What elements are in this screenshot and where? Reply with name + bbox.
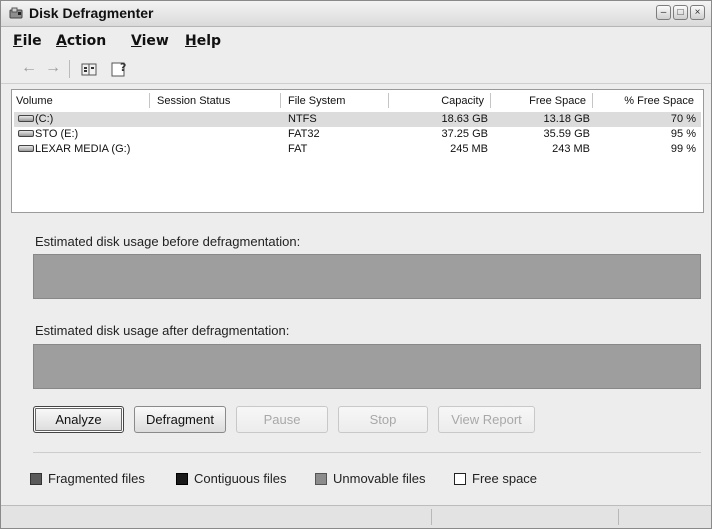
maximize-icon: □ [677,7,684,18]
volume-name: (C:) [35,113,54,125]
help-icon[interactable]: ? [109,59,129,79]
status-bar [1,505,711,528]
free-space-cell: 35.59 GB [543,128,590,140]
legend-fragmented: Fragmented files [30,471,145,486]
status-separator [431,509,432,525]
status-separator [618,509,619,525]
legend-label: Contiguous files [194,471,287,486]
column-separator[interactable] [280,93,281,108]
before-defrag-usage-display [33,254,701,299]
capacity-cell: 18.63 GB [441,113,488,125]
unmovable-swatch [315,472,327,485]
menu-bar: File Action View Help [1,27,711,53]
free-space-cell: 243 MB [552,143,590,155]
menu-mnemonic: H [185,33,197,49]
column-header-volume[interactable]: Volume [16,92,146,110]
drive-icon [18,129,34,137]
legend-label: Unmovable files [333,471,426,486]
volume-row[interactable]: STO (E:) FAT32 37.25 GB 35.59 GB 95 % [14,127,701,142]
after-defrag-usage-display [33,344,701,389]
menu-label: ction [66,33,107,49]
defragment-button[interactable]: Defragment [134,406,226,433]
forward-arrow-icon[interactable]: → [45,59,61,77]
back-arrow-icon[interactable]: ← [21,59,37,77]
maximize-button[interactable]: □ [673,5,688,20]
column-separator[interactable] [592,93,593,108]
column-separator[interactable] [149,93,150,108]
column-header-session-status[interactable]: Session Status [157,92,277,110]
file-system-cell: NTFS [288,113,317,125]
before-defrag-label: Estimated disk usage before defragmentat… [35,234,301,249]
free-space-cell: 13.18 GB [543,113,590,125]
menu-help[interactable]: Help [185,33,221,49]
menu-label: iew [141,33,169,49]
file-system-cell: FAT [288,143,308,155]
after-defrag-label: Estimated disk usage after defragmentati… [35,323,290,338]
volume-list[interactable]: Volume Session Status File System Capaci… [11,89,704,213]
volume-cell: LEXAR MEDIA (G:) [18,142,130,157]
analyze-button[interactable]: Analyze [33,406,124,433]
menu-action[interactable]: Action [56,33,106,49]
column-separator[interactable] [490,93,491,108]
column-header-file-system[interactable]: File System [288,92,388,110]
percent-free-cell: 99 % [670,143,696,155]
toolbar: ← → ? [1,55,711,84]
capacity-cell: 245 MB [450,143,488,155]
contiguous-swatch [176,472,188,485]
percent-free-cell: 95 % [670,128,696,140]
volume-name: LEXAR MEDIA (G:) [35,143,131,155]
volume-cell: (C:) [18,112,53,127]
column-header-percent-free-space[interactable]: % Free Space [594,92,700,110]
legend-label: Fragmented files [48,471,145,486]
menu-view[interactable]: View [131,33,169,49]
stop-button[interactable]: Stop [338,406,428,433]
divider [33,452,701,453]
close-button[interactable]: × [690,5,705,20]
legend-contiguous: Contiguous files [176,471,287,486]
drive-icon [18,144,34,152]
window-title: Disk Defragmenter [29,5,154,21]
view-report-button[interactable]: View Report [438,406,535,433]
menu-label: ile [22,33,42,49]
menu-mnemonic: A [56,33,67,49]
percent-free-cell: 70 % [670,113,696,125]
drive-icon [18,114,34,122]
capacity-cell: 37.25 GB [441,128,488,140]
svg-text:?: ? [120,61,126,74]
legend-label: Free space [472,471,538,486]
menu-mnemonic: V [131,33,142,49]
close-icon: × [694,7,701,18]
minimize-icon: – [660,7,667,18]
volume-row[interactable]: LEXAR MEDIA (G:) FAT 245 MB 243 MB 99 % [14,142,701,157]
menu-label: elp [196,33,222,49]
volume-cell: STO (E:) [18,127,78,142]
disk-defragmenter-window: Disk Defragmenter – □ × File Action View… [0,0,712,529]
properties-icon[interactable] [79,59,99,79]
column-header-free-space[interactable]: Free Space [492,92,592,110]
disk-defragmenter-icon [9,7,23,19]
title-bar: Disk Defragmenter – □ × [1,1,711,27]
menu-file[interactable]: File [13,33,42,49]
minimize-button[interactable]: – [656,5,671,20]
free-space-swatch [454,472,466,485]
volume-name: STO (E:) [35,128,79,140]
column-header-capacity[interactable]: Capacity [390,92,490,110]
legend-unmovable: Unmovable files [315,471,426,486]
volume-row[interactable]: (C:) NTFS 18.63 GB 13.18 GB 70 % [14,112,701,127]
column-separator[interactable] [388,93,389,108]
fragmented-swatch [30,472,42,485]
pause-button[interactable]: Pause [236,406,328,433]
toolbar-separator [69,60,70,78]
file-system-cell: FAT32 [288,128,320,140]
legend-free-space: Free space [454,471,537,486]
menu-mnemonic: F [13,33,23,49]
